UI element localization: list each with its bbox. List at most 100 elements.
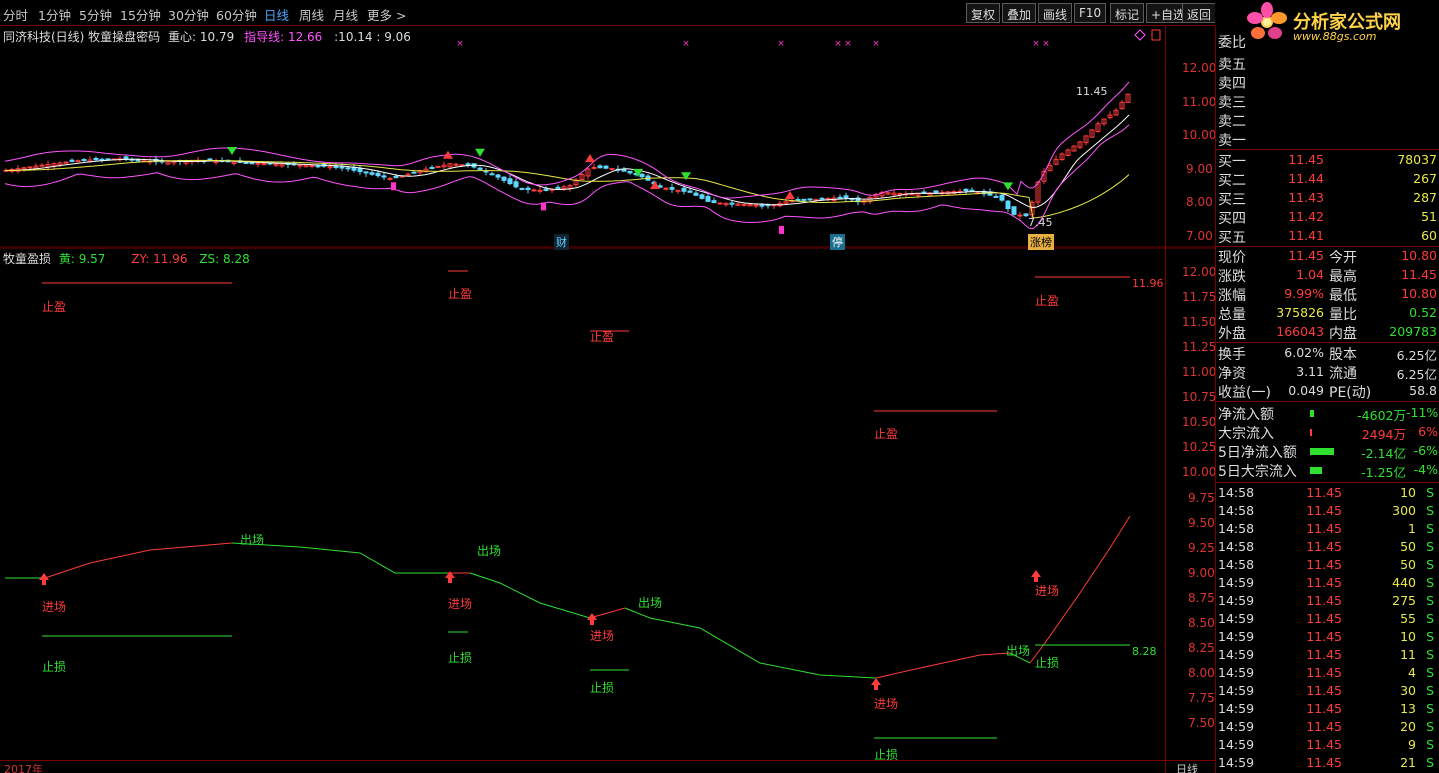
tick-time: 14:59 — [1218, 647, 1255, 662]
suspend-badge[interactable]: 停 — [830, 234, 845, 250]
candle-up — [255, 162, 261, 165]
candle-down — [1005, 200, 1011, 210]
top-gainer-badge[interactable]: 涨榜 — [1028, 234, 1054, 250]
zs-right-value: 8.28 — [1132, 645, 1157, 658]
finance-badge[interactable]: 财 — [554, 234, 569, 250]
candle-up — [897, 192, 903, 195]
tick-price: 11.45 — [1306, 557, 1342, 572]
candle-down — [543, 188, 549, 191]
period-tab-weekly[interactable]: 周线 — [299, 5, 324, 24]
candle-down — [489, 173, 495, 176]
tick-volume: 11 — [1400, 647, 1416, 662]
candle-down — [693, 192, 699, 196]
candle-down — [759, 204, 765, 207]
tick-side: S — [1426, 737, 1434, 752]
zhisun-label: 止损 — [590, 681, 615, 695]
stat-label: 今开 — [1329, 250, 1357, 266]
tick-side: S — [1426, 611, 1434, 626]
stat-label: 涨幅 — [1218, 288, 1246, 304]
tick-side: S — [1426, 647, 1434, 662]
mark-button[interactable]: 标记 — [1110, 3, 1145, 23]
candle-down — [411, 171, 417, 174]
zs-label: ZS: — [199, 252, 220, 266]
period-tab-more[interactable]: 更多 > — [367, 5, 406, 24]
stat-value: 375826 — [1276, 305, 1324, 320]
year-label: 2017年 — [4, 763, 43, 773]
period-tab-30min[interactable]: 30分钟 — [168, 5, 209, 24]
pl-curve-green — [469, 572, 591, 619]
buy-signal-arrow — [585, 154, 595, 163]
period-tab-1min[interactable]: 1分钟 — [38, 5, 71, 24]
flow-value: 2494万 — [1361, 427, 1406, 442]
tick-volume: 300 — [1392, 503, 1416, 518]
draw-line-button[interactable]: 画线 — [1038, 3, 1073, 23]
square-icon[interactable] — [1151, 29, 1161, 41]
back-button[interactable]: 返回 — [1182, 3, 1217, 23]
fund-label: PE(动) — [1329, 385, 1372, 401]
high-price-label: 11.45 — [1076, 85, 1108, 98]
divider — [1216, 401, 1439, 402]
flow-pct: -4% — [1413, 462, 1438, 477]
bid-row-label: 买二 — [1218, 173, 1246, 189]
tick-time: 14:59 — [1218, 701, 1255, 716]
period-tab-daily[interactable]: 日线 — [264, 5, 289, 24]
candle-down — [339, 166, 345, 169]
diamond-icon[interactable] — [1134, 29, 1146, 41]
zhisun-label: 止损 — [448, 651, 473, 665]
candle-down — [345, 167, 351, 170]
period-tab-fenshi[interactable]: 分时 — [3, 5, 28, 24]
chuchang-label: 出场 — [1006, 644, 1031, 658]
fund-value: 58.8 — [1409, 383, 1437, 398]
tick-price: 11.45 — [1306, 665, 1342, 680]
tick-volume: 30 — [1400, 683, 1416, 698]
y-tick: 7.50 — [1188, 716, 1215, 730]
f10-button[interactable]: F10 — [1074, 3, 1107, 23]
period-tab-monthly[interactable]: 月线 — [333, 5, 358, 24]
tick-price: 11.45 — [1306, 719, 1342, 734]
fund-label: 换手 — [1218, 347, 1246, 363]
candle-down — [513, 181, 519, 188]
y-tick: 7.00 — [1186, 229, 1213, 243]
candle-down — [801, 198, 807, 201]
period-tab-5min[interactable]: 5分钟 — [79, 5, 112, 24]
y-tick: 10.75 — [1182, 390, 1217, 404]
event-marker: × — [834, 39, 842, 49]
tick-time: 14:58 — [1218, 521, 1255, 536]
tick-time: 14:59 — [1218, 737, 1255, 752]
y-tick: 10.00 — [1182, 128, 1217, 142]
flow-value: -2.14亿 — [1361, 446, 1406, 461]
fund-value: 6.25亿 — [1396, 367, 1437, 382]
y-tick: 8.25 — [1188, 641, 1215, 655]
candle-up — [717, 202, 723, 205]
fund-value: 3.11 — [1296, 364, 1324, 379]
kline-chart[interactable]: × × × × × × × × — [0, 26, 1215, 248]
stat-value: 1.04 — [1296, 267, 1324, 282]
tick-volume: 50 — [1400, 539, 1416, 554]
overlay-button[interactable]: 叠加 — [1002, 3, 1037, 23]
y-tick: 9.50 — [1188, 516, 1215, 530]
period-tab-60min[interactable]: 60分钟 — [216, 5, 257, 24]
tick-time: 14:59 — [1218, 665, 1255, 680]
axis-divider — [1165, 26, 1166, 773]
fund-label: 流通 — [1329, 366, 1357, 382]
entry-arrow-icon — [587, 613, 597, 625]
period-tab-15min[interactable]: 15分钟 — [120, 5, 161, 24]
bid-volume: 287 — [1413, 190, 1437, 205]
logo-url: www.88gs.com — [1293, 30, 1377, 43]
tick-side: S — [1426, 503, 1434, 518]
tick-price: 11.45 — [1306, 593, 1342, 608]
candle-down — [507, 178, 513, 185]
candle-down — [699, 194, 705, 199]
zhiying-label: 止盈 — [448, 287, 473, 301]
tick-time: 14:59 — [1218, 755, 1255, 770]
tick-volume: 55 — [1400, 611, 1416, 626]
huang-value: 9.57 — [78, 252, 106, 266]
sub-chart-title: 牧童盈损 — [3, 252, 52, 266]
tick-volume: 13 — [1400, 701, 1416, 716]
tick-volume: 4 — [1408, 665, 1416, 680]
candle-down — [999, 194, 1005, 201]
fund-value: 6.02% — [1284, 345, 1324, 360]
candle-up — [537, 189, 543, 192]
fuquan-button[interactable]: 复权 — [966, 3, 1001, 23]
candle-up — [297, 164, 303, 167]
